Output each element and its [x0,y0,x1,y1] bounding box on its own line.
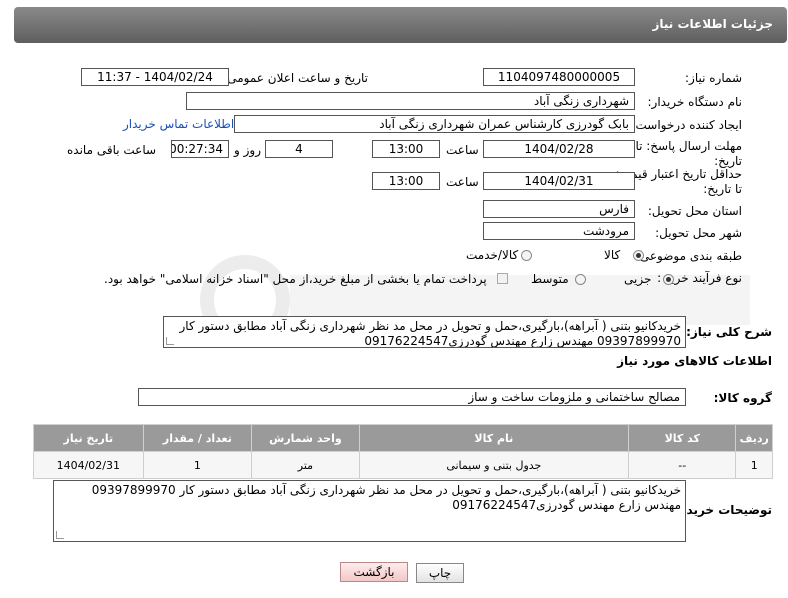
price-time-field: 13:00 [372,172,440,190]
category-goods-radio[interactable] [633,250,644,261]
deadline-time-field: 13:00 [372,140,440,158]
buyer-contact-link[interactable]: اطلاعات تماس خریدار [123,117,234,131]
cell-name: جدول بتنی و سیمانی [358,451,629,479]
days-label: روز و [234,143,261,157]
table-header-row: ردیف کد کالا نام کالا واحد شمارش تعداد /… [33,424,773,452]
page-title: جزئیات اطلاعات نیاز [652,17,773,31]
city-label: شهر محل تحویل: [655,226,742,240]
days-field: 4 [265,140,333,158]
announce-field: 1404/02/24 - 11:37 [81,68,229,86]
category-service-radio[interactable] [521,250,532,261]
description-text: خریدکانیو بتنی ( آبراهه)،بارگیری،حمل و ت… [179,319,682,348]
ptype-small-radio[interactable] [663,274,674,285]
category-goods-label: کالا [604,248,621,262]
remaining-time-field: 00:27:34 [171,140,229,158]
buyer-notes-text: خریدکانیو بتنی ( آبراهه)،بارگیری،حمل و ت… [91,483,681,512]
province-label: استان محل تحویل: [647,204,742,218]
deadline-date-field: 1404/02/28 [483,140,635,158]
col-row-header: ردیف [735,424,773,452]
col-qty-header: تعداد / مقدار [142,424,253,452]
buyer-notes-textarea[interactable]: خریدکانیو بتنی ( آبراهه)،بارگیری،حمل و ت… [53,480,686,542]
col-date-header: تاریخ نیاز [33,424,144,452]
city-field: مرودشت [483,222,635,240]
price-time-label: ساعت [446,175,479,189]
category-service-label: کالا/خدمت [466,248,519,262]
goods-group-label: گروه کالا: [713,391,772,405]
announce-label: تاریخ و ساعت اعلان عمومی: [223,71,368,85]
deadline-time-label: ساعت [446,143,479,157]
goods-section-title: اطلاعات کالاهای مورد نیاز [617,354,772,368]
back-button[interactable]: بازگشت [340,562,408,582]
print-button[interactable]: چاپ [416,563,464,583]
title-bar: جزئیات اطلاعات نیاز [14,7,787,43]
remaining-label: ساعت باقی مانده [67,143,157,157]
goods-group-field: مصالح ساختمانی و ملزومات ساخت و ساز [138,388,686,406]
resize-grip-icon[interactable] [166,337,174,345]
resize-grip-icon[interactable] [56,531,64,539]
ptype-medium-radio[interactable] [575,274,586,285]
need-number-field: 1104097480000005 [483,68,635,86]
goods-table: ردیف کد کالا نام کالا واحد شمارش تعداد /… [33,424,773,479]
payment-note: پرداخت تمام یا بخشی از مبلغ خرید،از محل … [104,272,487,286]
cell-date: 1404/02/31 [33,451,144,479]
province-field: فارس [483,200,635,218]
buyer-org-label: نام دستگاه خریدار: [647,95,743,109]
ptype-medium-label: متوسط [531,272,569,286]
description-textarea[interactable]: خریدکانیو بتنی ( آبراهه)،بارگیری،حمل و ت… [163,316,686,348]
buyer-org-field: شهرداری زنگی آباد [186,92,635,110]
cell-unit: متر [251,451,360,479]
table-row: 1 -- جدول بتنی و سیمانی متر 1 1404/02/31 [33,451,773,479]
requester-label: ایجاد کننده درخواست: [631,118,742,132]
description-label: شرح کلی نیاز: [686,325,772,339]
cell-qty: 1 [142,451,253,479]
cell-code: -- [627,451,737,479]
category-label: طبقه بندی موضوعی: [635,249,742,263]
payment-checkbox[interactable] [497,273,508,284]
col-unit-header: واحد شمارش [251,424,360,452]
price-date-field: 1404/02/31 [483,172,635,190]
deadline-label: مهلت ارسال پاسخ: تا تاریخ: [635,139,742,168]
col-name-header: نام کالا [358,424,629,452]
need-number-label: شماره نیاز: [685,71,742,85]
ptype-small-label: جزیی [624,272,652,286]
cell-row: 1 [735,451,773,479]
col-code-header: کد کالا [627,424,737,452]
requester-field: بابک گودرزی کارشناس عمران شهرداری زنگی آ… [234,115,635,133]
